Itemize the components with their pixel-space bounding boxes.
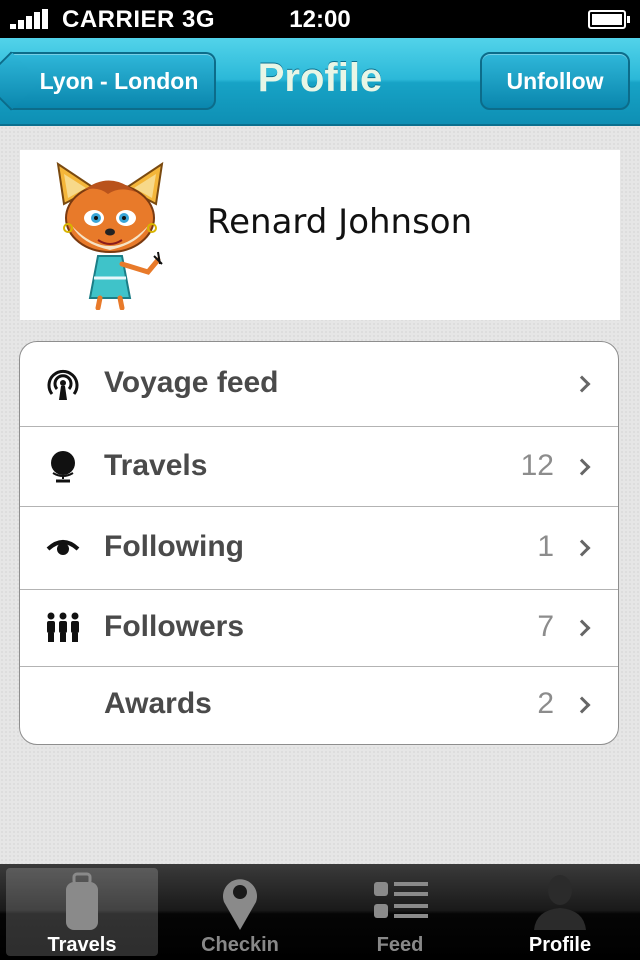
profile-card: Renard Johnson bbox=[20, 150, 620, 320]
menu-item-followers[interactable]: Followers 7 bbox=[20, 590, 618, 667]
chevron-right-icon bbox=[573, 539, 591, 557]
eye-icon bbox=[46, 540, 80, 555]
battery-icon bbox=[588, 10, 630, 29]
people-icon bbox=[47, 612, 79, 642]
status-time: 12:00 bbox=[289, 6, 351, 33]
menu-item-label: Voyage feed bbox=[104, 366, 279, 399]
menu-item-awards[interactable]: Awards 2 bbox=[20, 667, 618, 744]
status-bar: CARRIER 3G 12:00 bbox=[0, 0, 640, 38]
tab-feed[interactable]: Feed bbox=[324, 868, 476, 956]
tab-label: Checkin bbox=[201, 934, 279, 956]
tab-label: Travels bbox=[47, 934, 117, 956]
chevron-right-icon bbox=[573, 375, 591, 393]
unfollow-button[interactable]: Unfollow bbox=[480, 52, 630, 110]
chevron-right-icon bbox=[573, 696, 591, 714]
luggage-icon bbox=[66, 872, 98, 930]
globe-icon bbox=[51, 451, 75, 483]
profile-menu-list: Voyage feed Travels 12 Following 1 Follo… bbox=[19, 341, 619, 745]
tab-checkin[interactable]: Checkin bbox=[164, 868, 316, 956]
menu-item-label: Awards bbox=[104, 687, 212, 720]
menu-item-travels[interactable]: Travels 12 bbox=[20, 427, 618, 507]
list-icon bbox=[374, 882, 428, 918]
menu-item-label: Travels bbox=[104, 449, 208, 482]
menu-item-voyage-feed[interactable]: Voyage feed bbox=[20, 342, 618, 427]
menu-item-label: Followers bbox=[104, 610, 245, 643]
tab-travels[interactable]: Travels bbox=[6, 868, 158, 956]
chevron-right-icon bbox=[573, 619, 591, 637]
tab-label: Profile bbox=[528, 934, 592, 956]
broadcast-icon bbox=[47, 369, 79, 400]
menu-item-count: 12 bbox=[520, 449, 554, 482]
menu-item-count: 1 bbox=[537, 530, 554, 563]
menu-item-count: 2 bbox=[537, 687, 554, 720]
menu-item-following[interactable]: Following 1 bbox=[20, 507, 618, 590]
menu-item-count: 7 bbox=[537, 610, 554, 643]
person-icon bbox=[534, 875, 586, 930]
tab-label: Feed bbox=[376, 934, 424, 956]
map-pin-icon bbox=[223, 879, 257, 930]
profile-name: Renard Johnson bbox=[207, 202, 473, 242]
tab-profile[interactable]: Profile bbox=[484, 868, 636, 956]
chevron-right-icon bbox=[573, 458, 591, 476]
tab-bar: Travels Checkin Feed Profile bbox=[0, 864, 640, 960]
navigation-bar: Lyon - London Profile Unfollow bbox=[0, 38, 640, 126]
menu-item-label: Following bbox=[104, 530, 244, 563]
content-area: Renard Johnson Voyage feed Travels 12 Fo… bbox=[0, 126, 640, 864]
fox-avatar[interactable] bbox=[50, 160, 170, 310]
